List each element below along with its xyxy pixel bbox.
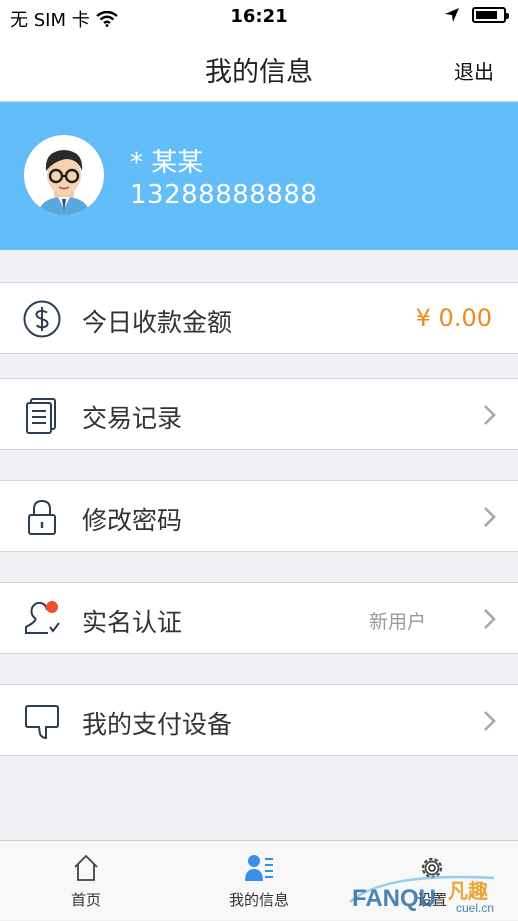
chevron-right-icon [484, 507, 496, 527]
tab-my-info-label: 我的信息 [228, 891, 289, 909]
transactions-label: 交易记录 [82, 404, 183, 433]
payment-devices-row[interactable]: 我的支付设备 [0, 684, 518, 756]
location-arrow-icon [445, 8, 459, 22]
navigation-bar: 我的信息 退出 [0, 34, 518, 102]
payment-devices-label: 我的支付设备 [82, 710, 233, 739]
logout-button[interactable]: 退出 [454, 56, 494, 85]
transactions-row[interactable]: 交易记录 [0, 378, 518, 450]
user-list-icon [245, 855, 273, 881]
lock-icon [28, 499, 56, 535]
chevron-right-icon [484, 609, 496, 629]
dollar-icon [23, 300, 61, 338]
status-time: 16:21 [230, 6, 288, 27]
chevron-right-icon [484, 711, 496, 731]
user-avatar-icon [38, 150, 90, 215]
verification-label: 实名认证 [82, 608, 183, 637]
change-password-row[interactable]: 修改密码 [0, 480, 518, 552]
home-icon [74, 854, 98, 881]
battery-fill [476, 11, 497, 19]
document-list-icon [26, 398, 56, 434]
watermark-logo: FANQU 凡趣 cuel.cn [349, 875, 495, 914]
today-income-row: 今日收款金额 ¥ 0.00 [0, 282, 518, 354]
tab-home-label: 首页 [70, 891, 101, 909]
page-title: 我的信息 [205, 57, 313, 88]
watermark-text: 凡趣 [448, 879, 489, 903]
status-bar: 无 SIM 卡 16:21 [0, 0, 518, 34]
avatar[interactable] [24, 135, 104, 215]
battery-icon [472, 7, 509, 23]
profile-name: * 某某 [130, 148, 204, 178]
watermark-site: cuel.cn [456, 901, 494, 914]
profile-header: * 某某 13288888888 [0, 102, 518, 250]
user-verify-icon [25, 601, 60, 634]
payment-device-icon [25, 705, 59, 740]
change-password-label: 修改密码 [82, 506, 183, 535]
tab-home[interactable]: 首页 [0, 841, 172, 921]
verification-status-tag: 新用户 [368, 611, 426, 633]
today-income-label: 今日收款金额 [82, 308, 233, 337]
chevron-right-icon [484, 405, 496, 425]
watermark-brand: FANQU [352, 885, 436, 912]
tab-my-info[interactable]: 我的信息 [173, 841, 345, 921]
today-income-value: ¥ 0.00 [415, 304, 492, 332]
status-right-group [444, 7, 509, 23]
verification-row[interactable]: 实名认证 新用户 [0, 582, 518, 654]
profile-phone: 13288888888 [130, 180, 318, 210]
